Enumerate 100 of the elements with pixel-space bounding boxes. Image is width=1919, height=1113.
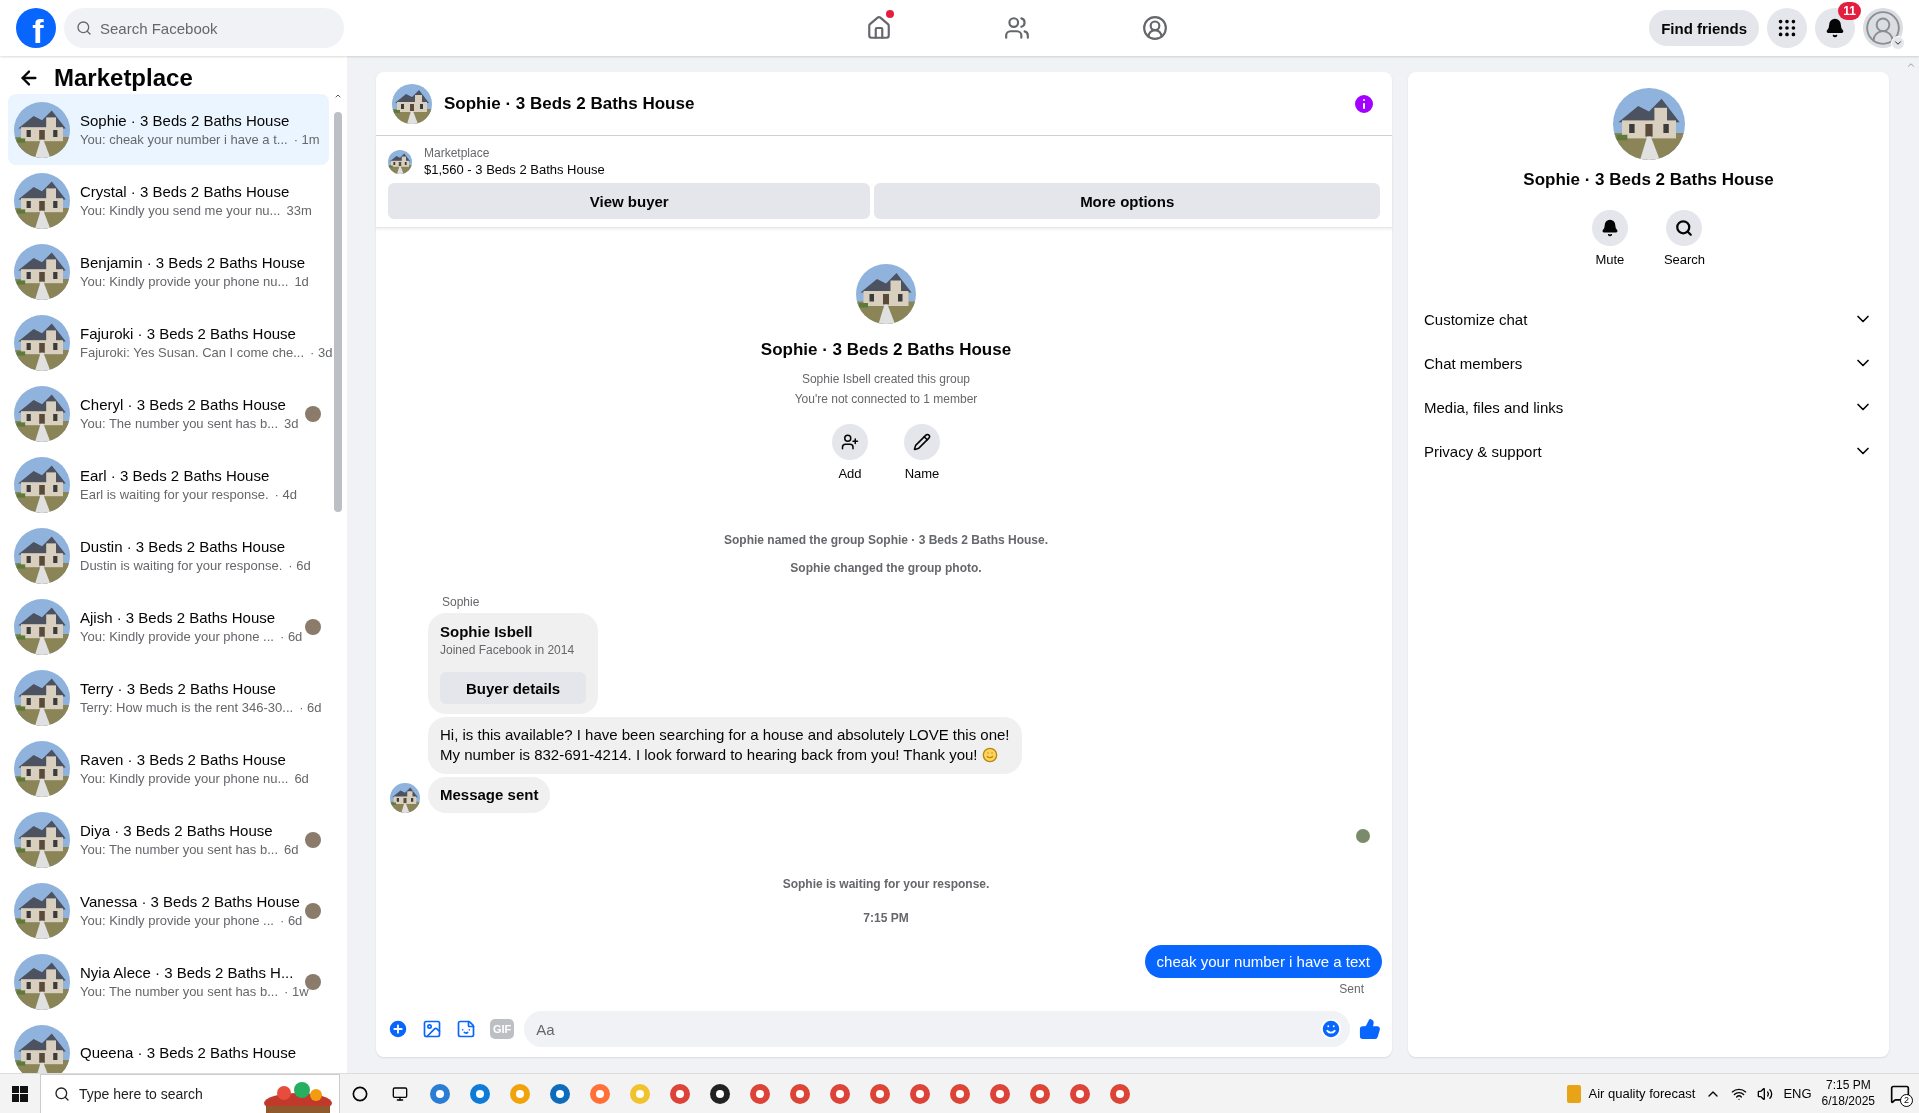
conversation-item[interactable]: Diya · 3 Beds 2 Baths House You: The number you sent has b... 6d [8, 804, 329, 875]
search-field[interactable]: Search Facebook [64, 8, 344, 48]
scrollbar[interactable] [334, 112, 342, 512]
conversation-item[interactable]: Sophie · 3 Beds 2 Baths House You: cheak your number i have a t... · 1m [8, 94, 329, 165]
profile-button[interactable] [1863, 8, 1903, 48]
cortana-icon[interactable] [352, 1085, 368, 1102]
conversation-title: Earl · 3 Beds 2 Baths House [80, 467, 271, 484]
conversation-item[interactable]: Terry · 3 Beds 2 Baths House Terry: How much is the rent 346-30... · 6d [8, 662, 329, 733]
message-preview: Earl is waiting for your response. [80, 487, 269, 502]
app-icon[interactable] [709, 1082, 731, 1105]
system-message: Sophie is waiting for your response. [782, 876, 990, 891]
message-preview: Terry: How much is the rent 346-30... [80, 700, 294, 715]
menu-button[interactable] [1767, 8, 1807, 48]
groups-icon [1141, 15, 1168, 41]
volume-icon[interactable] [1757, 1085, 1774, 1102]
chat-title: Sophie · 3 Beds 2 Baths House [444, 93, 696, 114]
settings-section[interactable]: Customize chat [1420, 297, 1877, 341]
message-preview: You: Kindly provide your phone nu... [80, 771, 289, 786]
grid-icon [1776, 17, 1798, 39]
group-info: Sophie Isbell created this group [801, 372, 971, 386]
conversation-item[interactable]: Cheryl · 3 Beds 2 Baths House You: The number you sent has b... 3d [8, 378, 329, 449]
clock[interactable]: 7:15 PM 6/18/2025 [1821, 1077, 1875, 1110]
conversation-title: Raven · 3 Beds 2 Baths House [80, 751, 287, 768]
message-preview: You: The number you sent has b... [80, 842, 279, 857]
message-time: · 6d [279, 629, 303, 644]
listing-label: Marketplace [424, 146, 491, 160]
message-time: · 6d [288, 558, 311, 573]
message-time: · 4d [274, 487, 297, 502]
message-field[interactable]: Aa [524, 1011, 1350, 1047]
message-time: · 6d [299, 700, 322, 715]
message-time: · 3d [310, 345, 333, 360]
conversation-item[interactable]: Crystal · 3 Beds 2 Baths House You: Kindly you send me your nu... 33m [8, 165, 329, 236]
caret-icon[interactable] [1891, 36, 1905, 50]
message-time: 3d [284, 416, 299, 431]
conversation-item[interactable]: Earl · 3 Beds 2 Baths House Earl is waiting for your response. · 4d [8, 449, 329, 520]
conversation-item[interactable]: Ajish · 3 Beds 2 Baths House You: Kindly provide your phone ... · 6d [8, 591, 329, 662]
conversation-title: Sophie · 3 Beds 2 Baths House [80, 112, 291, 129]
scroll-up-icon[interactable] [334, 92, 342, 100]
windows-icon[interactable] [12, 1085, 28, 1102]
message-time: · 1m [293, 132, 320, 147]
conversation-title: Dustin · 3 Beds 2 Baths House [80, 538, 287, 555]
logo[interactable]: f [16, 8, 56, 48]
conversation-item[interactable]: Benjamin · 3 Beds 2 Baths House You: Kindly provide your phone nu... 1d [8, 236, 329, 307]
conversation-title: Terry · 3 Beds 2 Baths House [80, 680, 277, 697]
sent-message-bubble: cheak your number i have a text [1144, 944, 1382, 978]
settings-section[interactable]: Privacy & support [1420, 429, 1877, 473]
message-preview: You: cheak your number i have a t... [80, 132, 288, 147]
message-time: · 6d [279, 913, 303, 928]
conversation-title: Benjamin · 3 Beds 2 Baths House [80, 254, 307, 271]
message-time: 6d [284, 842, 299, 857]
add-person-icon [841, 433, 859, 451]
friends-icon [1003, 15, 1030, 41]
notification-count: 2 [1900, 1093, 1913, 1107]
search-icon [1675, 219, 1694, 237]
settings-section[interactable]: Media, files and links [1420, 385, 1877, 429]
conversation-title: Ajish · 3 Beds 2 Baths House [80, 609, 277, 626]
language-indicator[interactable]: ENG [1783, 1086, 1812, 1101]
conversation-title: Queena · 3 Beds 2 Baths House [80, 1044, 297, 1061]
notification-badge: 11 [1838, 2, 1861, 20]
conversation-item[interactable]: Vanessa · 3 Beds 2 Baths House You: Kindly provide your phone ... · 6d [8, 875, 329, 946]
home-icon [865, 15, 892, 41]
message-time: · 1w [284, 984, 309, 999]
conversation-item[interactable]: Raven · 3 Beds 2 Baths House You: Kindly provide your phone nu... 6d [8, 733, 329, 804]
listing-title: $1,560 - 3 Beds 2 Baths House [424, 162, 605, 177]
message-bubble: Message sent [428, 776, 551, 813]
bell-icon [1600, 219, 1619, 237]
action-button[interactable]: More options [874, 183, 1380, 219]
sender-name: Sophie [442, 595, 481, 609]
group-title: Sophie · 3 Beds 2 Baths House [760, 340, 1012, 360]
join-date: Joined Facebook in 2014 [440, 643, 576, 657]
conversation-title: Fajuroki · 3 Beds 2 Baths House [80, 325, 297, 342]
settings-section[interactable]: Chat members [1420, 341, 1877, 385]
message-time: 6d [294, 771, 309, 786]
bell-icon [1825, 18, 1845, 38]
message-time: 1d [294, 274, 309, 289]
notifications-button[interactable] [1815, 8, 1855, 48]
system-message: Sophie changed the group photo. [790, 561, 982, 575]
conversation-title: Crystal · 3 Beds 2 Baths House [80, 183, 291, 200]
conversation-title: Diya · 3 Beds 2 Baths House [80, 822, 274, 839]
buyer-name: Sophie Isbell [440, 623, 534, 640]
action-button[interactable]: View buyer [388, 183, 871, 219]
buyer-details-button[interactable]: Buyer details [440, 672, 587, 704]
message-time: 33m [286, 203, 312, 218]
page-title: Marketplace [54, 64, 193, 92]
message-preview: Dustin is waiting for your response. [80, 558, 283, 573]
chat-name: Sophie · 3 Beds 2 Baths House [1523, 170, 1774, 190]
system-message: Sophie named the group Sophie · 3 Beds 2 Baths House. [723, 533, 1048, 547]
group-info: You're not connected to 1 member [794, 392, 978, 406]
message-preview: You: Kindly provide your phone nu... [80, 274, 289, 289]
search-icon [54, 1085, 70, 1102]
weather-text[interactable]: Air quality forecast [1588, 1086, 1696, 1101]
conversation-title: Nyia Alece · 3 Beds 2 Baths H... [80, 964, 295, 981]
avatar-icon [1864, 9, 1902, 47]
find-friends-button[interactable]: Find friends [1649, 10, 1759, 46]
task-view-icon[interactable] [392, 1085, 408, 1102]
conversation-item[interactable]: Dustin · 3 Beds 2 Baths House Dustin is waiting for your response. · 6d [8, 520, 329, 591]
timestamp: 7:15 PM [863, 910, 909, 925]
message-preview: You: Kindly provide your phone ... [80, 629, 274, 644]
emoji-icon[interactable] [1320, 1018, 1342, 1040]
conversation-item[interactable]: Nyia Alece · 3 Beds 2 Baths H... You: The number you sent has b... · 1w [8, 946, 329, 1017]
